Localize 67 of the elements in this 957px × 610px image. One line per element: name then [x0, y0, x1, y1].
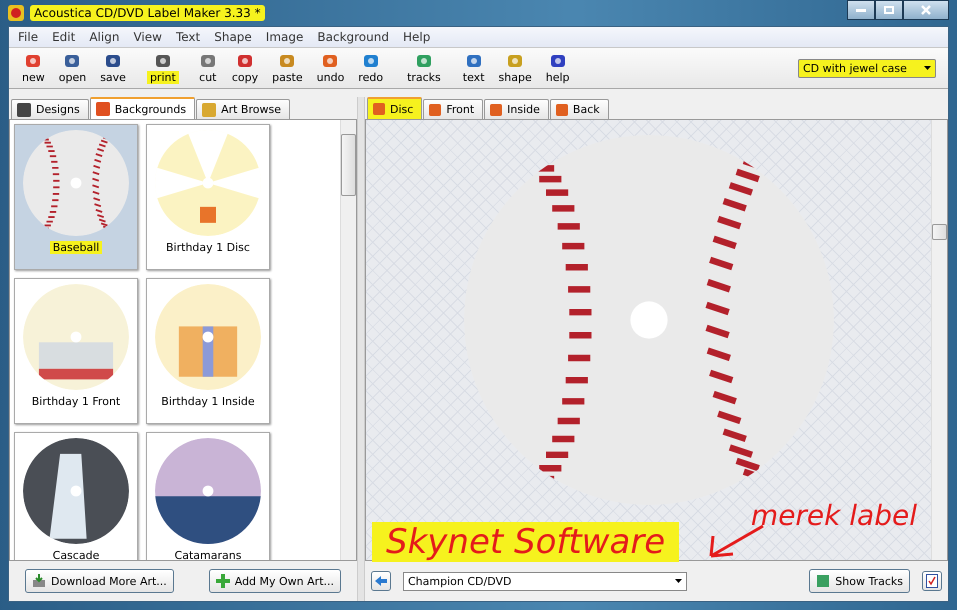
menu-item[interactable]: View: [126, 30, 169, 44]
handwritten-note: merek label: [750, 499, 917, 532]
tab-icon: [201, 102, 218, 118]
toolbar-button[interactable]: save: [93, 52, 133, 84]
background-thumbnail[interactable]: Birthday 1 Inside: [146, 278, 270, 424]
maximize-icon: [884, 6, 894, 14]
minimize-button[interactable]: [847, 0, 875, 20]
menu-item[interactable]: Edit: [45, 30, 82, 44]
scrollbar[interactable]: [931, 120, 947, 560]
view-tab[interactable]: Back: [550, 99, 609, 119]
toolbar-button[interactable]: new: [15, 52, 52, 84]
tab-icon: [554, 102, 569, 116]
background-thumbnail[interactable]: Birthday 1 Disc: [146, 124, 270, 270]
checklist-button[interactable]: [922, 571, 942, 591]
panel-tab[interactable]: Backgrounds: [90, 97, 196, 119]
menu-item[interactable]: Shape: [207, 30, 259, 44]
toolbar-button[interactable]: help: [538, 52, 576, 84]
menu-item[interactable]: Align: [82, 30, 126, 44]
tab-icon: [16, 102, 32, 118]
panel-tab[interactable]: Designs: [11, 99, 89, 119]
add-art-button[interactable]: Add My Own Art...: [208, 569, 341, 593]
download-icon: [32, 574, 46, 588]
maximize-button[interactable]: [875, 0, 903, 20]
menu-item[interactable]: Image: [258, 30, 310, 44]
menu-item[interactable]: Background: [310, 30, 396, 44]
menu-item[interactable]: Help: [396, 30, 438, 44]
toolbar-button[interactable]: shape: [492, 52, 539, 84]
show-tracks-button[interactable]: Show Tracks: [809, 569, 910, 593]
toolbar-button[interactable]: redo: [351, 52, 390, 84]
minimize-icon: [856, 8, 866, 12]
toolbar-button[interactable]: copy: [224, 52, 266, 84]
background-thumbnail[interactable]: Cascade: [14, 432, 138, 560]
left-arrow-icon: [375, 576, 387, 586]
app-logo-icon: [8, 5, 24, 21]
caret-icon: [675, 579, 682, 583]
toolbar-button[interactable]: cut: [190, 52, 225, 84]
toolbar-button[interactable]: tracks: [400, 52, 448, 84]
toolbar-button[interactable]: paste: [265, 52, 310, 84]
close-button[interactable]: [903, 0, 949, 20]
caret-icon: [924, 66, 931, 70]
view-tab[interactable]: Inside: [484, 99, 549, 119]
window-title: Acoustica CD/DVD Label Maker 3.33 *: [30, 5, 265, 21]
handwritten-note: Skynet Software: [372, 522, 680, 562]
toolbar-button[interactable]: open: [52, 52, 94, 84]
tab-icon: [489, 102, 504, 116]
tab-icon: [428, 102, 442, 116]
close-icon: [921, 5, 931, 15]
checklist-icon: [926, 574, 938, 588]
layout-dropdown[interactable]: CD with jewel case: [798, 58, 936, 78]
plus-icon: [216, 574, 230, 588]
menu-item[interactable]: File: [11, 30, 46, 44]
scrollbar[interactable]: [340, 120, 356, 560]
background-thumbnail[interactable]: Baseball: [14, 124, 138, 270]
toolbar-button[interactable]: undo: [310, 52, 352, 84]
view-tab[interactable]: Disc: [367, 97, 422, 119]
view-tab[interactable]: Front: [423, 99, 484, 119]
background-thumbnail[interactable]: Birthday 1 Front: [14, 278, 138, 424]
tab-icon: [372, 102, 386, 116]
printer-dropdown[interactable]: Champion CD/DVD: [403, 572, 687, 590]
toolbar-button[interactable]: text: [456, 52, 492, 84]
panel-tab[interactable]: Art Browse: [196, 99, 290, 119]
back-arrow-button[interactable]: [371, 571, 391, 591]
menu-item[interactable]: Text: [168, 30, 208, 44]
background-thumbnail[interactable]: Catamarans: [146, 432, 270, 560]
toolbar-button[interactable]: print: [142, 52, 183, 84]
tab-icon: [94, 101, 111, 117]
download-art-button[interactable]: Download More Art...: [25, 569, 174, 593]
